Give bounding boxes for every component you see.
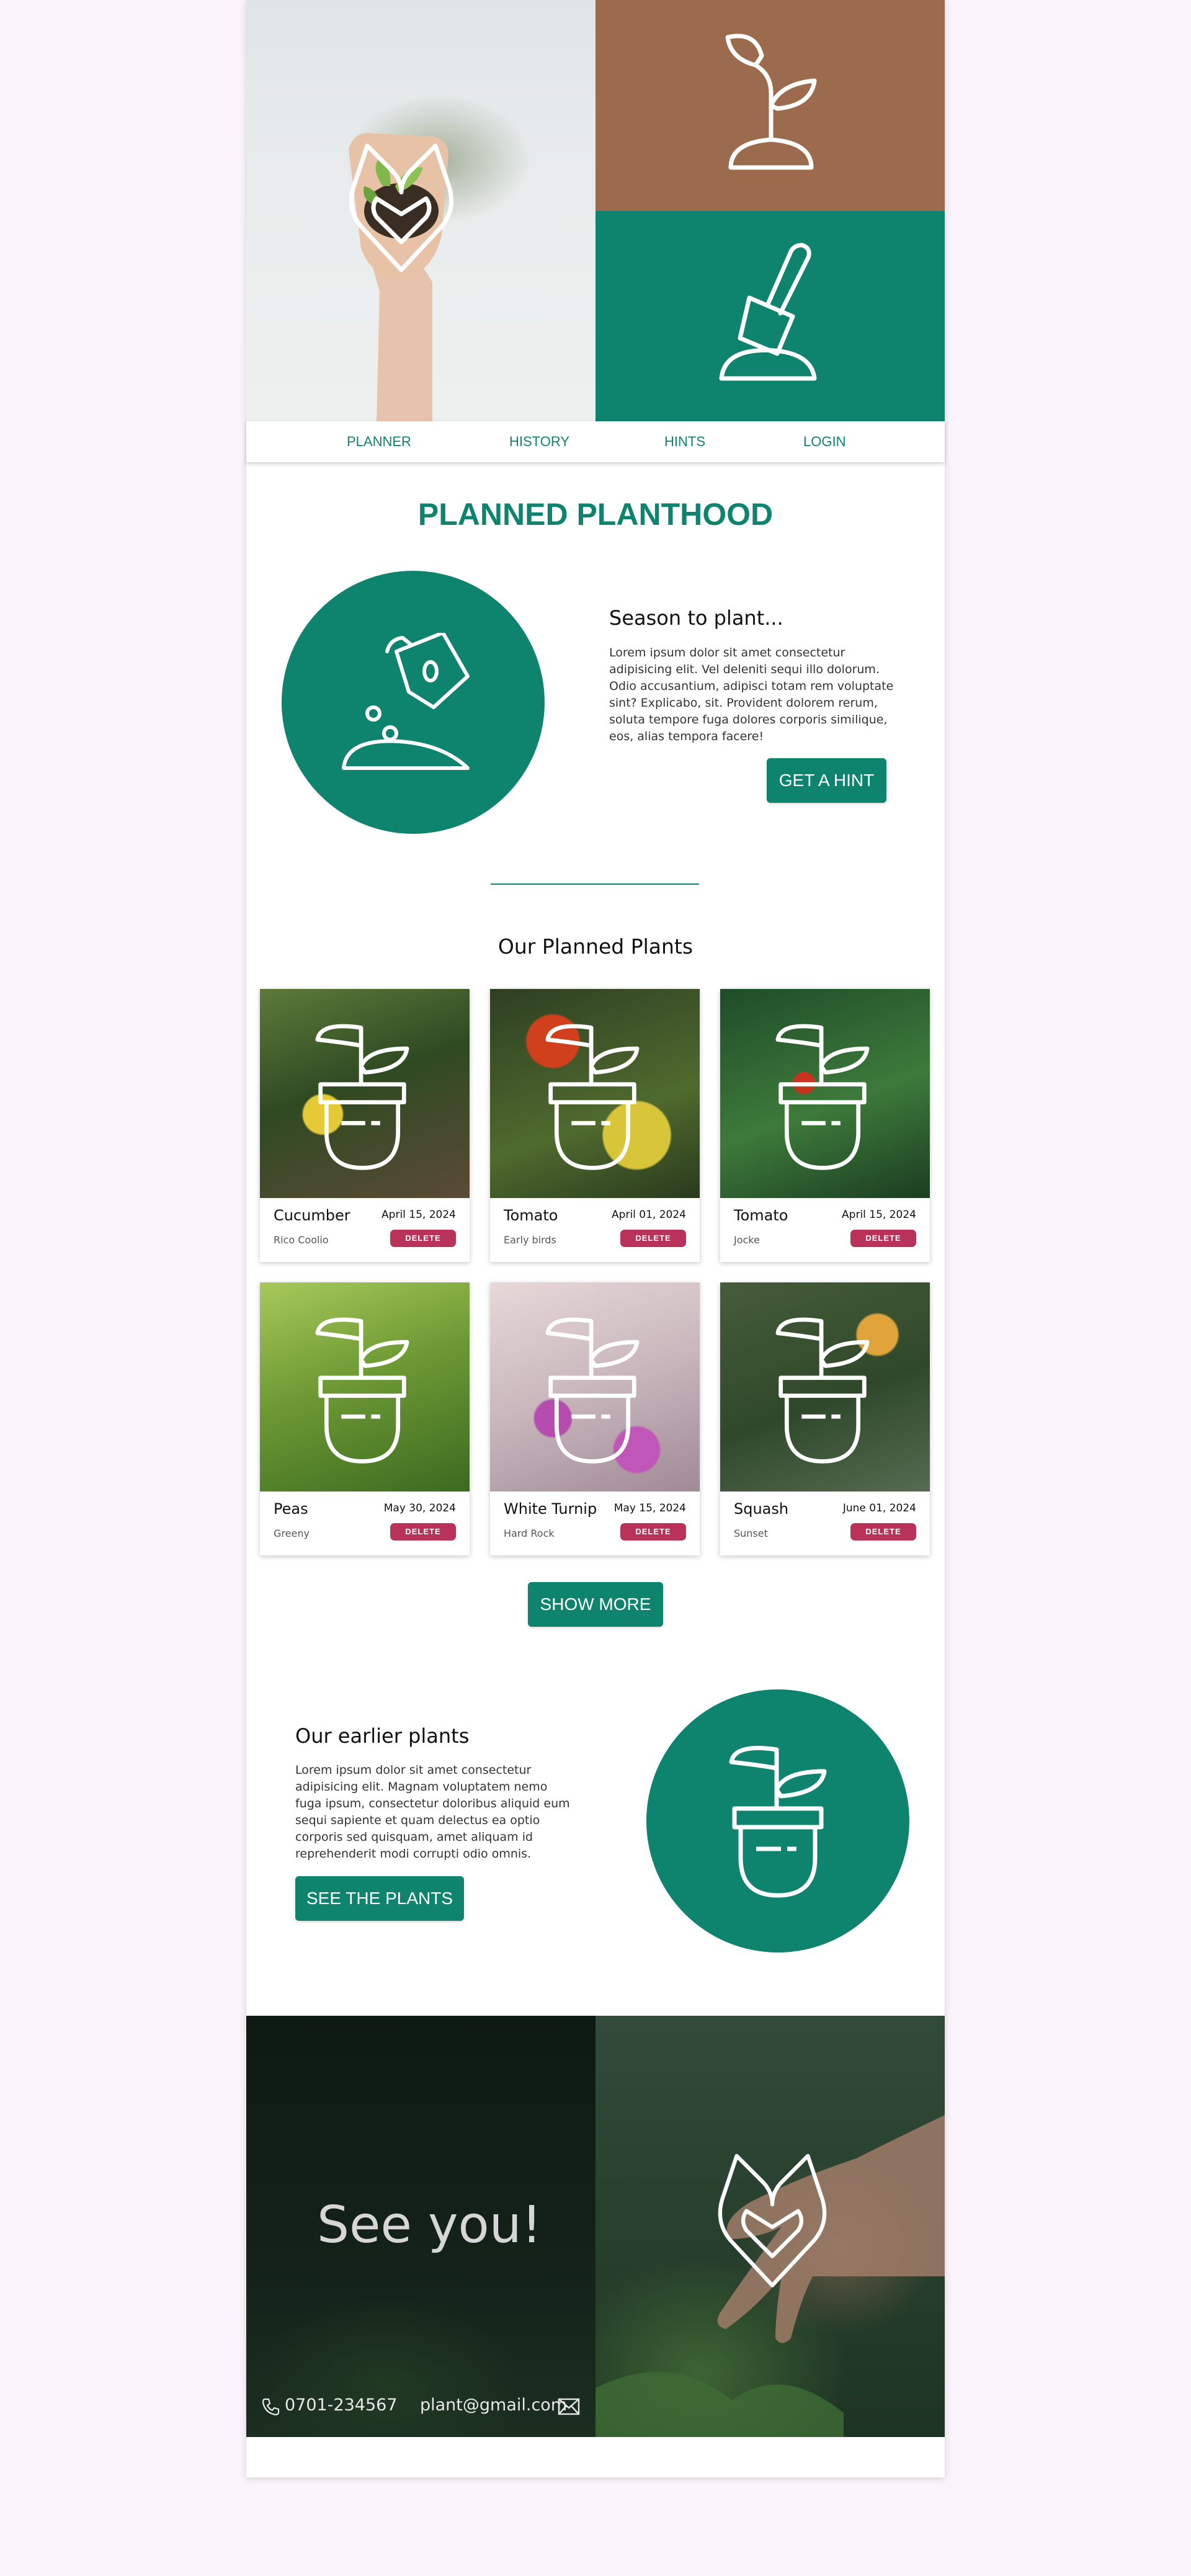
plant-owner: Jocke bbox=[734, 1234, 760, 1246]
plant-card[interactable]: Cucumber April 15, 2024 Rico Coolio DELETE bbox=[260, 989, 470, 1262]
hero-shovel-panel bbox=[596, 211, 945, 421]
section-divider bbox=[491, 883, 699, 885]
earlier-plants-heading: Our earlier plants bbox=[295, 1724, 470, 1748]
nav-history[interactable]: HISTORY bbox=[509, 421, 569, 462]
plant-pot-icon bbox=[729, 1746, 827, 1898]
phone-icon bbox=[262, 2398, 280, 2416]
nav-login[interactable]: LOGIN bbox=[803, 421, 845, 462]
shovel-icon bbox=[719, 243, 817, 381]
plant-name: Squash bbox=[734, 1500, 789, 1518]
plant-card[interactable]: Peas May 30, 2024 Greeny DELETE bbox=[260, 1282, 470, 1555]
plant-name: Peas bbox=[274, 1500, 308, 1518]
delete-button[interactable]: DELETE bbox=[390, 1523, 456, 1541]
nav-planner[interactable]: PLANNER bbox=[347, 421, 411, 462]
seedling-icon bbox=[725, 34, 817, 170]
heart-leaf-logo-icon bbox=[349, 143, 454, 272]
plant-card[interactable]: Tomato April 01, 2024 Early birds DELETE bbox=[490, 989, 700, 1262]
plant-pot-circle bbox=[646, 1689, 909, 1952]
watering-can-circle bbox=[282, 571, 545, 834]
page-title: PLANNED PLANTHOOD bbox=[417, 497, 774, 532]
show-more-button[interactable]: SHOW MORE bbox=[528, 1582, 663, 1627]
plant-pot-icon bbox=[315, 1317, 409, 1464]
phone-number[interactable]: 0701-234567 bbox=[285, 2395, 398, 2415]
season-text: Lorem ipsum dolor sit amet consectetur a… bbox=[609, 646, 894, 743]
plant-pot-icon bbox=[775, 1024, 870, 1170]
plant-pot-icon bbox=[545, 1024, 640, 1170]
hero-seedling-panel bbox=[596, 0, 945, 211]
plant-name: Cucumber bbox=[274, 1207, 350, 1224]
delete-button[interactable]: DELETE bbox=[390, 1230, 456, 1247]
plant-photo bbox=[720, 1282, 930, 1491]
page: PLANNER HISTORY HINTS LOGIN PLANNED PLAN… bbox=[246, 0, 945, 2477]
plant-pot-icon bbox=[545, 1317, 640, 1464]
see-you-text: See you! bbox=[317, 2196, 542, 2255]
planned-plants-heading: Our Planned Plants bbox=[497, 934, 694, 959]
footer-dark-panel: See you! 0701-234567 plant@gmail.com bbox=[246, 2016, 596, 2437]
plant-owner: Rico Coolio bbox=[274, 1234, 329, 1246]
mail-icon bbox=[558, 2398, 580, 2415]
plant-photo bbox=[490, 1282, 700, 1491]
plant-owner: Sunset bbox=[734, 1527, 768, 1539]
plant-date: June 01, 2024 bbox=[842, 1502, 916, 1514]
plant-name: Tomato bbox=[734, 1207, 788, 1224]
delete-button[interactable]: DELETE bbox=[850, 1523, 916, 1541]
plant-date: May 15, 2024 bbox=[613, 1502, 686, 1514]
email-address[interactable]: plant@gmail.com bbox=[420, 2395, 567, 2415]
delete-button[interactable]: DELETE bbox=[850, 1230, 916, 1247]
plant-date: May 30, 2024 bbox=[383, 1502, 456, 1514]
plant-date: April 15, 2024 bbox=[381, 1209, 456, 1221]
footer-photo-hand bbox=[596, 2016, 945, 2437]
hero-photo-hand-with-seedling bbox=[246, 0, 596, 421]
heart-leaf-logo-icon bbox=[718, 2153, 827, 2288]
plant-date: April 15, 2024 bbox=[842, 1209, 916, 1221]
plant-card[interactable]: Squash June 01, 2024 Sunset DELETE bbox=[720, 1282, 930, 1555]
main-nav: PLANNER HISTORY HINTS LOGIN bbox=[246, 421, 945, 462]
plant-photo bbox=[260, 1282, 470, 1491]
plant-name: White Turnip bbox=[504, 1500, 597, 1518]
earlier-plants-text: Lorem ipsum dolor sit amet consectetur a… bbox=[295, 1763, 570, 1861]
get-a-hint-button[interactable]: GET A HINT bbox=[767, 758, 886, 803]
delete-button[interactable]: DELETE bbox=[620, 1523, 686, 1541]
plant-pot-icon bbox=[775, 1317, 870, 1464]
plant-owner: Greeny bbox=[274, 1527, 310, 1539]
plant-date: April 01, 2024 bbox=[612, 1209, 686, 1221]
nav-hints[interactable]: HINTS bbox=[664, 421, 705, 462]
plant-card[interactable]: White Turnip May 15, 2024 Hard Rock DELETE bbox=[490, 1282, 700, 1555]
season-heading: Season to plant... bbox=[609, 606, 783, 630]
see-the-plants-button[interactable]: SEE THE PLANTS bbox=[295, 1876, 464, 1921]
plant-card[interactable]: Tomato April 15, 2024 Jocke DELETE bbox=[720, 989, 930, 1262]
footer: See you! 0701-234567 plant@gmail.com bbox=[246, 2016, 945, 2437]
hero-banner bbox=[246, 0, 945, 421]
delete-button[interactable]: DELETE bbox=[620, 1230, 686, 1247]
watering-can-icon bbox=[342, 633, 470, 770]
plant-owner: Hard Rock bbox=[504, 1527, 555, 1539]
plant-photo bbox=[260, 989, 470, 1198]
plant-photo bbox=[490, 989, 700, 1198]
plant-pot-icon bbox=[315, 1024, 409, 1170]
plant-name: Tomato bbox=[504, 1207, 558, 1224]
plant-owner: Early birds bbox=[504, 1234, 556, 1246]
plant-photo bbox=[720, 989, 930, 1198]
